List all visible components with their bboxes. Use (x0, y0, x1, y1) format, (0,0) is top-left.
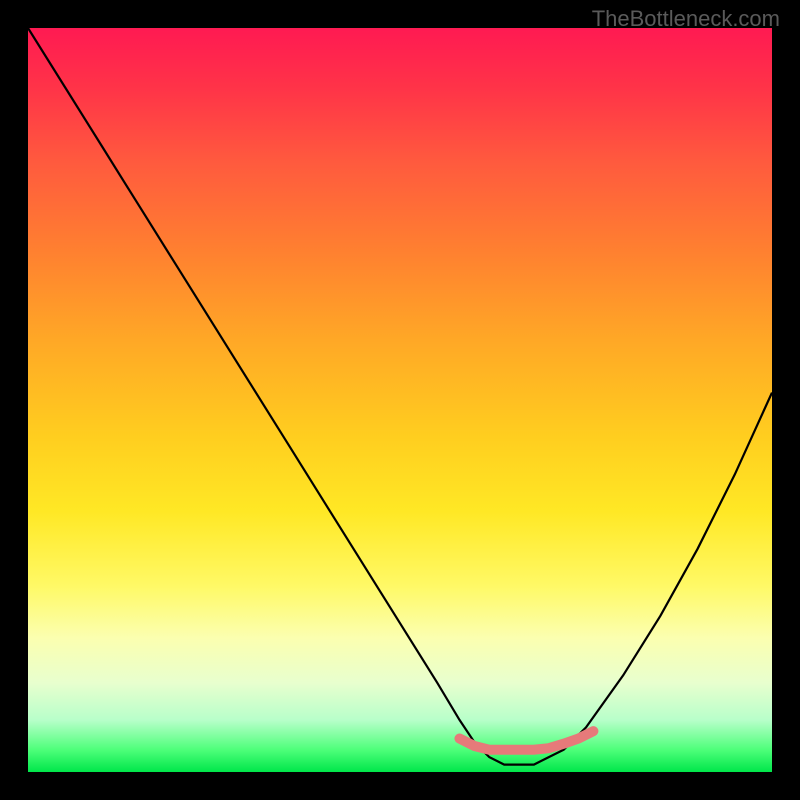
watermark-text: TheBottleneck.com (592, 6, 780, 32)
chart-svg (28, 28, 772, 772)
bottleneck-curve-path (28, 28, 772, 765)
optimal-zone-path (460, 731, 594, 750)
plot-area (28, 28, 772, 772)
